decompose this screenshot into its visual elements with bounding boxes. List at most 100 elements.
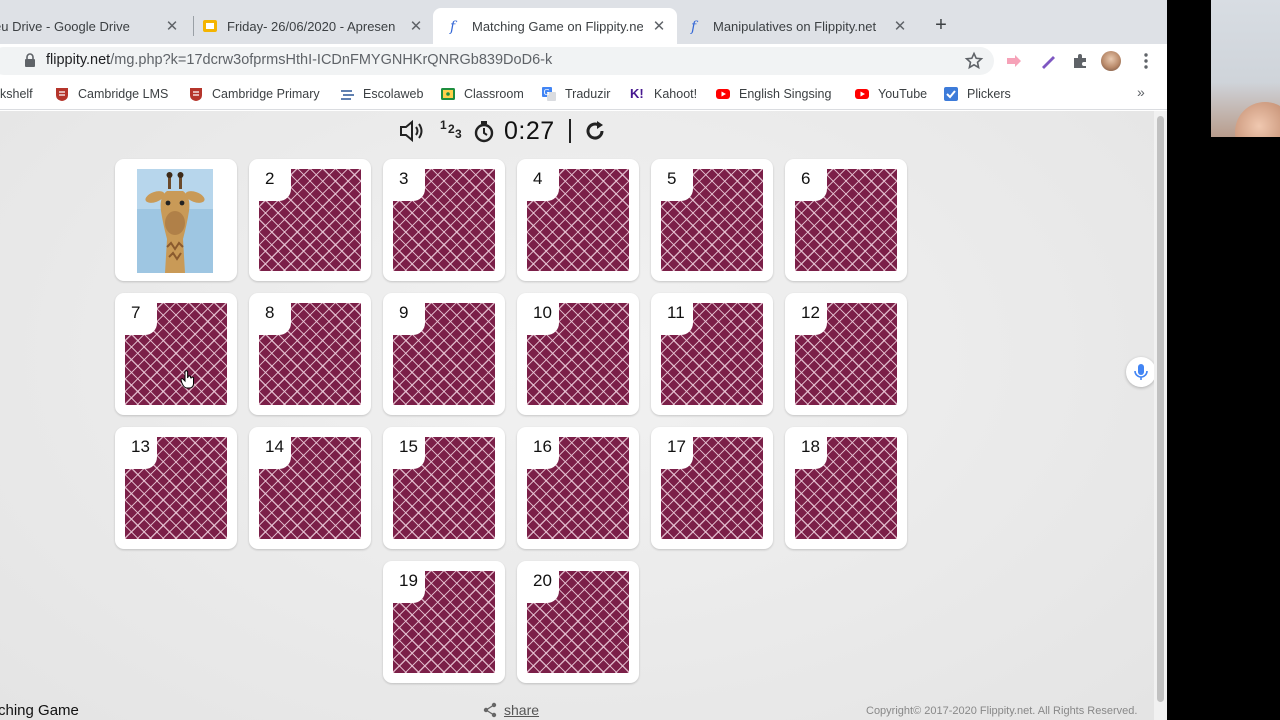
- svg-text:f: f: [449, 19, 458, 34]
- share-icon: [483, 702, 497, 718]
- classroom-icon: [441, 88, 455, 100]
- game-controls: 123 0:27: [398, 114, 607, 148]
- card[interactable]: 15: [383, 427, 505, 549]
- bookmark-escolaweb[interactable]: Escolaweb: [339, 85, 423, 103]
- card[interactable]: 10: [517, 293, 639, 415]
- tab-google-drive[interactable]: eu Drive - Google Drive ✕: [0, 8, 190, 44]
- bookmark-plickers[interactable]: Plickers: [943, 85, 1011, 103]
- card-number: 14: [253, 431, 291, 469]
- url-host: flippity.net: [46, 52, 111, 68]
- card-number: 17: [655, 431, 693, 469]
- card-number: 12: [789, 297, 827, 335]
- avatar[interactable]: [1101, 51, 1121, 71]
- tab-manipulatives[interactable]: f Manipulatives on Flippity.net ✕: [678, 8, 918, 44]
- bookmark-traduzir[interactable]: G Traduzir: [541, 85, 610, 103]
- scrollbar-thumb[interactable]: [1157, 116, 1164, 702]
- svg-text:f: f: [690, 19, 699, 34]
- bookmark-english-singsing[interactable]: English Singsing: [715, 85, 831, 103]
- new-tab-button[interactable]: +: [930, 14, 952, 37]
- copyright-text: Copyright© 2017-2020 Flippity.net. All R…: [866, 705, 1138, 717]
- card[interactable]: 5: [651, 159, 773, 281]
- flippity-icon: f: [690, 19, 699, 34]
- card-revealed[interactable]: [115, 159, 237, 281]
- bookmark-label: YouTube: [878, 87, 928, 101]
- pen-extension-icon[interactable]: [1038, 51, 1058, 71]
- card[interactable]: 4: [517, 159, 639, 281]
- tab-title: Friday- 26/06/2020 - Apresen: [227, 18, 396, 34]
- youtube-icon: [855, 89, 869, 99]
- tab-title: Manipulatives on Flippity.net: [713, 18, 877, 34]
- card-number: 6: [789, 163, 827, 201]
- card[interactable]: 16: [517, 427, 639, 549]
- card-number: 11: [655, 297, 693, 335]
- card[interactable]: 6: [785, 159, 907, 281]
- tab-friday-slides[interactable]: Friday- 26/06/2020 - Apresen ✕: [202, 8, 432, 44]
- tab-title: eu Drive - Google Drive: [0, 18, 130, 34]
- card-number: 9: [387, 297, 425, 335]
- share-link[interactable]: share: [482, 702, 539, 718]
- card[interactable]: 12: [785, 293, 907, 415]
- card[interactable]: 8: [249, 293, 371, 415]
- page-title: ching Game: [0, 702, 79, 719]
- puzzle-icon[interactable]: [1070, 51, 1090, 71]
- bookmark-label: Traduzir: [565, 87, 611, 101]
- card[interactable]: 3: [383, 159, 505, 281]
- microphone-icon: [1134, 364, 1148, 380]
- card[interactable]: 9: [383, 293, 505, 415]
- voice-input-button[interactable]: [1126, 357, 1156, 387]
- url-path: /mg.php?k=17dcrw3ofprmsHthI-ICDnFMYGNHKr…: [110, 52, 553, 68]
- tab-title: Matching Game on Flippity.net: [472, 18, 643, 34]
- card-number: 7: [119, 297, 157, 335]
- close-icon[interactable]: ✕: [164, 17, 180, 35]
- card[interactable]: 17: [651, 427, 773, 549]
- tab-matching-game[interactable]: f Matching Game on Flippity.net ✕: [433, 8, 677, 44]
- escolaweb-icon: [341, 90, 354, 100]
- card[interactable]: 18: [785, 427, 907, 549]
- url-text[interactable]: flippity.net/mg.php?k=17dcrw3ofprmsHthI-…: [46, 52, 552, 68]
- chevron-double-right-icon[interactable]: »: [1137, 84, 1145, 100]
- giraffe-image: [137, 169, 213, 273]
- close-icon[interactable]: ✕: [892, 17, 908, 35]
- flippity-icon: f: [449, 19, 458, 34]
- restart-icon[interactable]: [583, 118, 607, 144]
- card[interactable]: 13: [115, 427, 237, 549]
- close-icon[interactable]: ✕: [651, 17, 667, 35]
- card-number: 18: [789, 431, 827, 469]
- bookmark-youtube[interactable]: YouTube: [854, 85, 927, 103]
- tab-strip: eu Drive - Google Drive ✕ Friday- 26/06/…: [0, 0, 1167, 44]
- bookmark-label: kshelf: [0, 87, 33, 101]
- divider: [568, 119, 571, 143]
- card[interactable]: 2: [249, 159, 371, 281]
- card[interactable]: 11: [651, 293, 773, 415]
- cambridge-crest-icon: [56, 88, 68, 101]
- timer: 0:27: [504, 116, 555, 145]
- close-icon[interactable]: ✕: [408, 17, 424, 35]
- bookmark-label: Cambridge LMS: [78, 87, 169, 101]
- card-number: 20: [521, 565, 559, 603]
- numbers-toggle-icon[interactable]: 123: [438, 118, 464, 144]
- bookmark-classroom[interactable]: Classroom: [440, 85, 524, 103]
- bookmark-bookshelf[interactable]: kshelf: [0, 85, 33, 103]
- speaker-icon[interactable]: [398, 118, 428, 144]
- star-icon[interactable]: [964, 51, 984, 71]
- bookmark-cambridge-primary[interactable]: Cambridge Primary: [188, 85, 320, 103]
- browser-window: eu Drive - Google Drive ✕ Friday- 26/06/…: [0, 0, 1167, 720]
- share-label: share: [504, 702, 540, 718]
- card[interactable]: 7: [115, 293, 237, 415]
- card[interactable]: 20: [517, 561, 639, 683]
- lock-icon[interactable]: [24, 53, 36, 67]
- extension-arrow-icon[interactable]: [1004, 51, 1024, 71]
- stopwatch-icon[interactable]: [472, 118, 496, 144]
- card-number: 3: [387, 163, 425, 201]
- kebab-menu-icon[interactable]: [1136, 51, 1156, 71]
- card-number: 15: [387, 431, 425, 469]
- bookmark-label: Kahoot!: [654, 87, 698, 101]
- card[interactable]: 14: [249, 427, 371, 549]
- bookmark-cambridge-lms[interactable]: Cambridge LMS: [54, 85, 168, 103]
- card[interactable]: 19: [383, 561, 505, 683]
- bookmark-kahoot[interactable]: K! Kahoot!: [630, 85, 697, 103]
- bookmark-label: Cambridge Primary: [212, 87, 320, 101]
- bookmark-label: Plickers: [967, 87, 1011, 101]
- webcam-overlay: [1211, 0, 1280, 137]
- card-number: 13: [119, 431, 157, 469]
